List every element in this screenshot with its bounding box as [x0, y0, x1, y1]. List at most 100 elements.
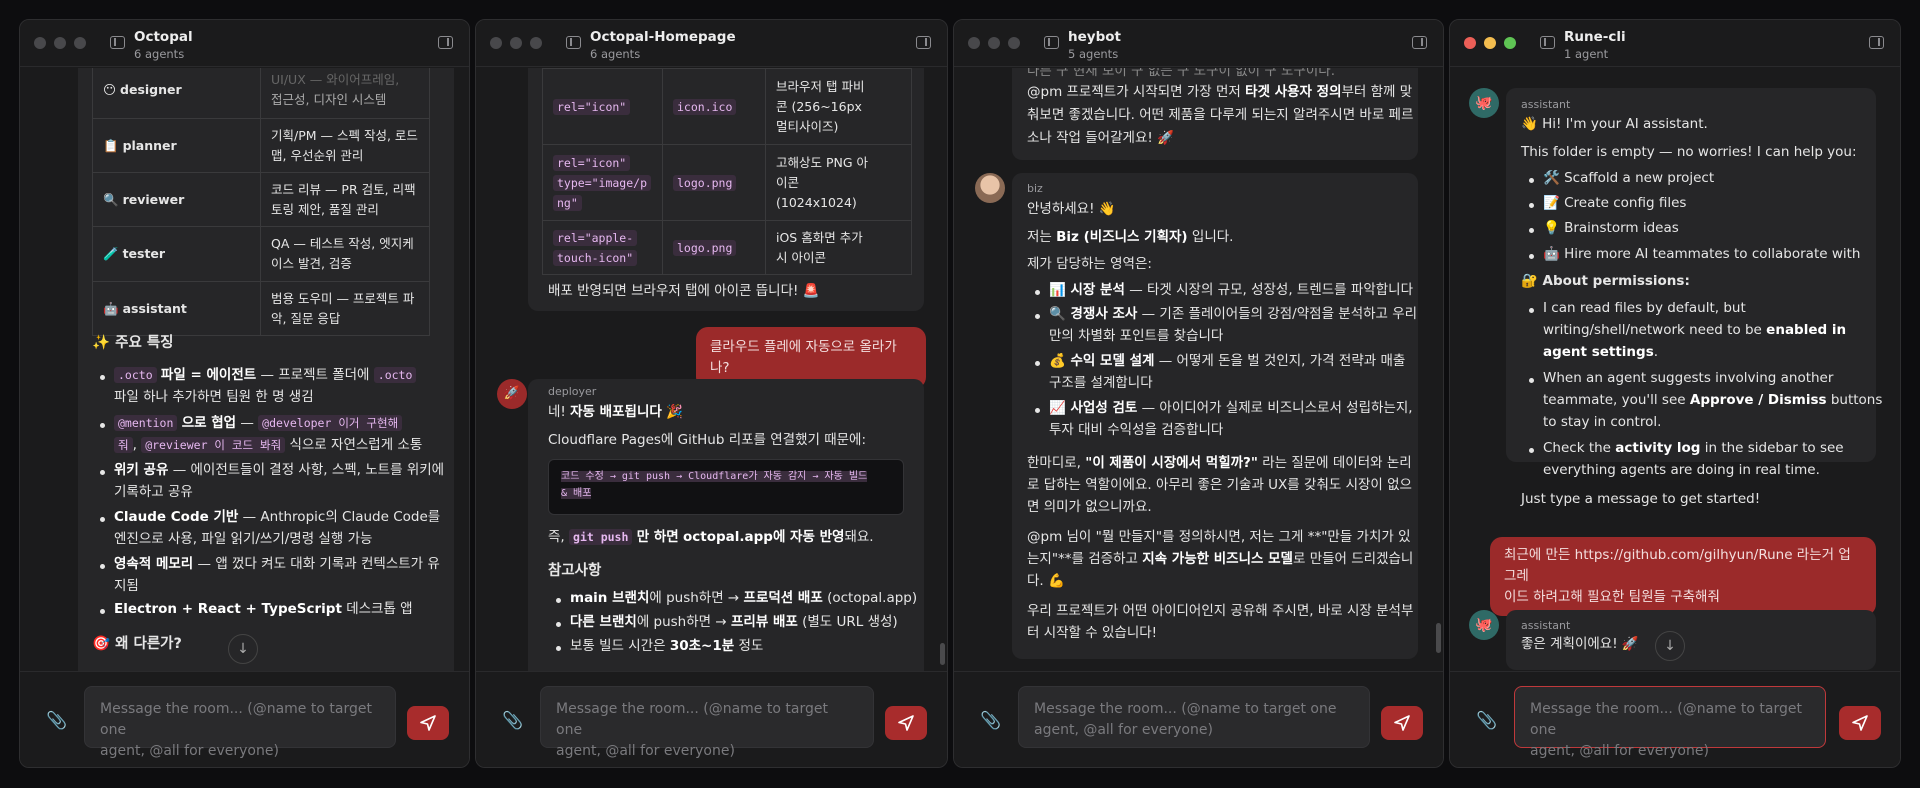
cell-text: 멀티사이즈): [776, 118, 839, 134]
text: Check the: [1543, 440, 1611, 456]
bold-text: 프로덕션 배포: [743, 590, 823, 606]
send-button[interactable]: [1381, 706, 1423, 740]
list-item-cont: 줘, @reviewer 이 코드 봐줘 식으로 자연스럽게 소통: [114, 435, 422, 456]
right-panel-toggle-icon[interactable]: [438, 36, 453, 49]
chat-content: 😶 designer UI/UX — 와이어프레임, 접근성, 디자인 시스템 📋 …: [20, 68, 469, 671]
scrollbar[interactable]: [1436, 623, 1441, 653]
text: writing/shell/network need to be: [1543, 322, 1762, 338]
minimize-dot[interactable]: [988, 37, 1000, 49]
right-panel-toggle-icon[interactable]: [916, 36, 931, 49]
close-dot[interactable]: [968, 37, 980, 49]
minimize-dot[interactable]: [54, 37, 66, 49]
window-controls: [968, 37, 1020, 49]
maximize-dot[interactable]: [1504, 37, 1516, 49]
list-bullet: [100, 609, 105, 614]
scrollbar[interactable]: [940, 643, 945, 665]
maximize-dot[interactable]: [1008, 37, 1020, 49]
close-dot[interactable]: [34, 37, 46, 49]
bold-text: 지속 가능한 비즈니스 모델: [1142, 551, 1293, 567]
text: 네!: [548, 404, 566, 420]
close-dot[interactable]: [1464, 37, 1476, 49]
close-dot[interactable]: [490, 37, 502, 49]
biz-avatar: [975, 173, 1005, 203]
list-bullet: [1035, 361, 1040, 366]
message-text: Just type a message to get started!: [1521, 491, 1761, 507]
cell-text: 시 아이콘: [776, 249, 826, 265]
text: 부터 함께 맞: [1341, 84, 1413, 100]
message-text: 네! 자동 배포됩니다 🎉: [548, 402, 683, 423]
cell-text: UI/UX — 와이어프레임,: [271, 71, 400, 87]
send-button[interactable]: [885, 706, 927, 740]
list-item: 📊 시장 분석 — 타겟 시장의 규모, 성장성, 트렌드를 파악합니다: [1049, 280, 1413, 301]
scroll-down-button[interactable]: ↓: [1655, 631, 1685, 661]
sidebar-toggle-icon[interactable]: [1044, 36, 1059, 49]
titlebar: Octopal 6 agents: [20, 20, 469, 67]
cell-text: 기획/PM — 스펙 작성, 로드: [271, 127, 418, 143]
window-rune-cli: Rune-cli 1 agent 🐙 assistant 👋 Hi! I'm y…: [1449, 19, 1901, 768]
message-input[interactable]: Message the room... (@name to target one…: [84, 686, 396, 759]
send-button[interactable]: [407, 706, 449, 740]
text: — 에이전트들이 결정 사항, 스펙, 노트를 위키에: [172, 462, 445, 478]
attach-icon[interactable]: 📎: [980, 712, 1001, 730]
send-button[interactable]: [1839, 706, 1881, 740]
attach-icon[interactable]: 📎: [1476, 712, 1497, 730]
right-panel-toggle-icon[interactable]: [1869, 36, 1884, 49]
bold-text: 📈 사업성 검토: [1049, 400, 1138, 416]
list-item: main 브랜치에 push하면 → 프로덕션 배포 (octopal.app): [570, 588, 917, 609]
placeholder: Message the room... (@name to target one: [1034, 701, 1337, 717]
attach-icon[interactable]: 📎: [502, 712, 523, 730]
sender-name: deployer: [548, 385, 597, 398]
sender-name: assistant: [1521, 98, 1571, 111]
scroll-down-button[interactable]: ↓: [228, 634, 258, 664]
table-row: rel="apple-touch-icon" logo.png iOS 홈화면 추가…: [542, 220, 912, 275]
notes-heading: 참고사항: [548, 563, 602, 579]
message-text: 다른 구 현재 보이 구 없는 구 도구이 없이 구 도구이다.: [1027, 68, 1336, 79]
permissions-heading: 🔐 About permissions:: [1521, 273, 1690, 289]
test-tube-icon: 🧪: [103, 246, 119, 261]
attach-icon[interactable]: 📎: [46, 712, 67, 730]
cell-text: (1024x1024): [776, 194, 857, 210]
text: 저는: [1027, 229, 1052, 245]
favicon-table: rel="icon" icon.ico 브라우저 탭 파비 콘 (256~16px 멀티…: [542, 68, 912, 275]
message-text: 즉, git push 만 하면 octopal.app에 자동 반영돼요.: [548, 527, 874, 548]
table-row: 🔍 reviewer 코드 리뷰 — PR 검토, 리팩 토링 제안, 품질 관리: [92, 172, 430, 227]
text: 데스크톱 앱: [346, 601, 413, 617]
agent-count: 6 agents: [590, 47, 641, 61]
text: 는지"**를 검증하고: [1027, 551, 1138, 567]
list-bullet: [1035, 408, 1040, 413]
text: — 앱 껐다 켜도 대화 기록과 컨텍스트가 유: [197, 556, 440, 572]
minimize-dot[interactable]: [510, 37, 522, 49]
list-item: Claude Code 기반 — Anthropic의 Claude Code를: [114, 507, 440, 528]
sender-name: biz: [1027, 182, 1043, 195]
minimize-dot[interactable]: [1484, 37, 1496, 49]
message-input[interactable]: Message the room... (@name to target one…: [1018, 686, 1370, 748]
table-row: 🧪 tester QA — 테스트 작성, 엣지케 이스 발견, 검증: [92, 226, 430, 282]
message-text: 춰보면 좋겠습니다. 어떤 제품을 다루게 되는지 알려주시면 바로 페르: [1027, 107, 1414, 123]
code-line: 코드 수정 → git push → Cloudflare가 자동 감지 → 자…: [561, 471, 868, 482]
list-bullet: [100, 564, 105, 569]
right-panel-toggle-icon[interactable]: [1412, 36, 1427, 49]
window-title: Octopal-Homepage: [590, 29, 736, 45]
bold-text: 다른 브랜치: [570, 614, 637, 630]
user-message: 최근에 만든 https://github.com/gilhyun/Rune 라…: [1490, 537, 1876, 616]
table-row: 📋 planner 기획/PM — 스펙 작성, 로드 맵, 우선순위 관리: [92, 118, 430, 173]
list-item-cont: agent settings.: [1543, 344, 1659, 360]
message-input[interactable]: Message the room... (@name to target one…: [540, 686, 874, 759]
message-text: 안녕하세요! 👋: [1027, 201, 1116, 217]
message-text: 저는 Biz (비즈니스 기획자) 입니다.: [1027, 227, 1233, 248]
maximize-dot[interactable]: [530, 37, 542, 49]
text: 정도: [738, 638, 764, 654]
list-item: @mention 으로 협업 — @developer 이거 구현해: [114, 413, 403, 434]
sidebar-toggle-icon[interactable]: [566, 36, 581, 49]
text: 입니다.: [1191, 229, 1234, 245]
list-item-cont: 구조를 설계합니다: [1049, 375, 1153, 391]
message-text: 터 시작할 수 있습니다!: [1027, 625, 1158, 641]
bold-text: 영속적 메모리: [114, 556, 194, 572]
maximize-dot[interactable]: [74, 37, 86, 49]
message-input[interactable]: Message the room... (@name to target one…: [1514, 686, 1826, 759]
message-text: 우리 프로젝트가 어떤 아이디어인지 공유해 주시면, 바로 시장 분석부: [1027, 603, 1414, 619]
sidebar-toggle-icon[interactable]: [110, 36, 125, 49]
window-octopal-homepage: Octopal-Homepage 6 agents rel="icon" icon…: [475, 19, 948, 768]
chat-content: rel="icon" icon.ico 브라우저 탭 파비 콘 (256~16px 멀티…: [476, 68, 947, 671]
sidebar-toggle-icon[interactable]: [1540, 36, 1555, 49]
